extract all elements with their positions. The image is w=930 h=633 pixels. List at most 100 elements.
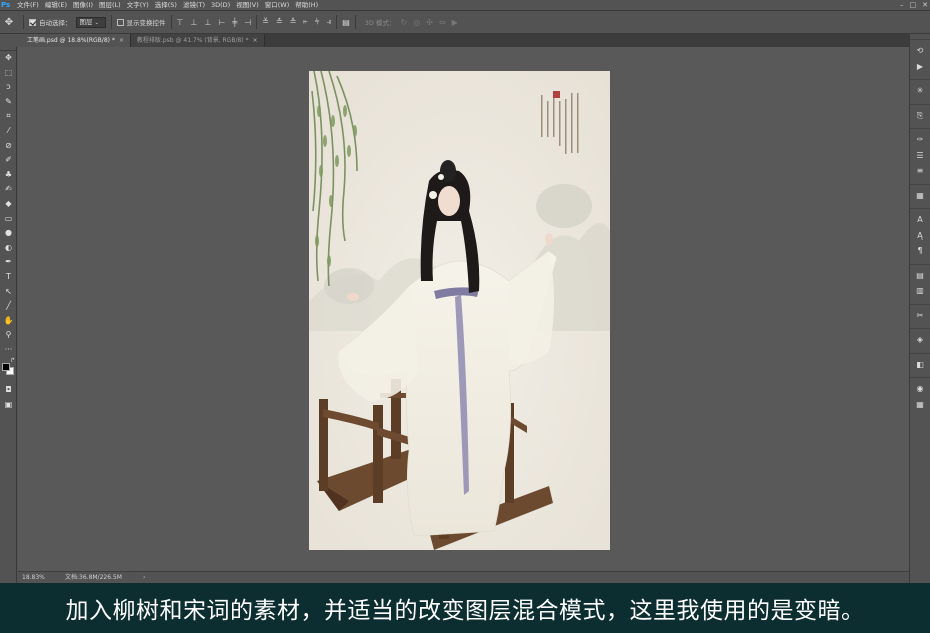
hand-tool-icon[interactable]: ✋ (0, 314, 17, 329)
swap-colors-icon[interactable]: ↱ (10, 357, 15, 364)
minimize-icon[interactable]: – (900, 0, 904, 10)
tools-options-icon[interactable]: ✂ (910, 308, 930, 324)
clone-source-icon[interactable]: ⎘ (910, 108, 930, 124)
3d-panel-icon[interactable]: ◉ (910, 381, 930, 397)
3d-roll-icon[interactable]: ◎ (413, 18, 420, 27)
menu-filter[interactable]: 滤镜(T) (180, 0, 208, 10)
show-transform-checkbox[interactable] (116, 18, 124, 26)
history-panel-icon[interactable]: ⟲ (910, 43, 930, 59)
play-actions-icon[interactable]: ▶ (910, 59, 930, 75)
canvas-area[interactable] (18, 47, 909, 571)
chevron-right-icon[interactable]: › (143, 572, 145, 583)
menu-select[interactable]: 选择(S) (152, 0, 180, 10)
clone-stamp-tool-icon[interactable]: ♣ (0, 168, 17, 183)
3d-mode-buttons: ↻ ◎ ✣ ⇔ ▶ (400, 18, 457, 27)
align-left-icon[interactable]: ⊢ (218, 18, 225, 27)
channels-icon[interactable]: ◈ (910, 332, 930, 348)
lasso-tool-icon[interactable]: ↄ (0, 80, 17, 95)
3d-scale-icon[interactable]: ▶ (452, 18, 458, 27)
quick-mask-icon[interactable]: ◘ (0, 383, 17, 398)
document-canvas[interactable] (309, 71, 610, 550)
menu-3d[interactable]: 3D(D) (208, 0, 233, 10)
notes-icon[interactable]: ▤ (910, 268, 930, 284)
menu-file[interactable]: 文件(F) (14, 0, 42, 10)
align-bottom-icon[interactable]: ⊥ (204, 18, 211, 27)
tab-document-1[interactable]: 工笔画.psd @ 18.8%(RGB/8) * × (21, 34, 131, 47)
distribute-top-icon[interactable]: ≚ (262, 17, 269, 27)
align-right-icon[interactable]: ⊣ (244, 18, 251, 27)
character-styles-icon[interactable]: Ą (910, 228, 930, 244)
distribute-left-icon[interactable]: ⫦ (303, 17, 308, 27)
distribute-bottom-icon[interactable]: ≙ (290, 17, 297, 27)
align-hcenter-icon[interactable]: ╪ (232, 18, 237, 27)
menu-type[interactable]: 文字(Y) (124, 0, 152, 10)
divider (910, 179, 930, 185)
info-panel-icon[interactable]: ▥ (910, 283, 930, 299)
pen-tool-icon[interactable]: ✒ (0, 255, 17, 270)
divider (110, 15, 112, 29)
tab-document-2[interactable]: 教程排版.psb @ 41.7% (背景, RGB/8) * × (130, 34, 265, 47)
dodge-tool-icon[interactable]: ◐ (0, 241, 17, 256)
blur-tool-icon[interactable]: ● (0, 226, 17, 241)
marquee-tool-icon[interactable]: ⬚ (0, 66, 17, 81)
3d-pan-icon[interactable]: ✣ (426, 18, 433, 27)
brush-presets-icon[interactable]: ✑ (910, 132, 930, 148)
menu-window[interactable]: 窗口(W) (262, 0, 293, 10)
panel-dock: ⟲ ▶ ✳ ⎘ ✑ ☰ ≡ ▦ A Ą ¶ ▤ ▥ ✂ ◈ ◧ ◉ ▦ (909, 34, 930, 583)
close-tab-icon[interactable]: × (119, 37, 124, 44)
history-brush-tool-icon[interactable]: ✍ (0, 182, 17, 197)
3d-slide-icon[interactable]: ⇔ (439, 18, 446, 27)
spot-heal-tool-icon[interactable]: ⊘ (0, 139, 17, 154)
gradient-tool-icon[interactable]: ▭ (0, 212, 17, 227)
distribute-right-icon[interactable]: ⫣ (326, 17, 331, 27)
menu-help[interactable]: 帮助(H) (292, 0, 321, 10)
photoshop-window: Ps 文件(F) 编辑(E) 图像(I) 图层(L) 文字(Y) 选择(S) 滤… (0, 0, 930, 633)
eyedropper-tool-icon[interactable]: ⁄ (0, 124, 17, 139)
swatches-icon[interactable]: ▦ (910, 188, 930, 204)
color-swatches: ↱ (0, 357, 16, 383)
menu-view[interactable]: 视图(V) (233, 0, 262, 10)
auto-select-checkbox[interactable] (29, 18, 36, 26)
zoom-tool-icon[interactable]: ⚲ (0, 328, 17, 343)
crop-tool-icon[interactable]: ⌗ (0, 109, 17, 124)
align-top-icon[interactable]: ⊤ (177, 18, 184, 27)
menu-image[interactable]: 图像(I) (70, 0, 96, 10)
eraser-tool-icon[interactable]: ◆ (0, 197, 17, 212)
move-tool-preset-icon[interactable]: ✥ (0, 17, 18, 28)
path-select-tool-icon[interactable]: ↖ (0, 285, 17, 300)
menu-edit[interactable]: 编辑(E) (42, 0, 70, 10)
more-tools-icon[interactable]: ··· (0, 343, 17, 358)
divider (910, 74, 930, 80)
align-vcenter-icon[interactable]: ⊥ (190, 18, 197, 27)
close-icon[interactable]: ✕ (922, 0, 928, 10)
divider (910, 372, 930, 378)
quick-select-tool-icon[interactable]: ✎ (0, 95, 17, 110)
character-panel-icon[interactable]: A (910, 212, 930, 228)
auto-align-icon[interactable]: ▤ (342, 18, 350, 27)
divider (336, 15, 338, 29)
properties-icon[interactable]: ≡ (910, 163, 930, 179)
distribute-buttons: ≚ ≛ ≙ ⫦ ⫩ ⫣ (262, 17, 331, 27)
panel-grip[interactable] (910, 34, 930, 40)
layers-panel-icon[interactable]: ◧ (910, 357, 930, 373)
paragraph-panel-icon[interactable]: ¶ (910, 243, 930, 259)
line-tool-icon[interactable]: ╱ (0, 299, 17, 314)
distribute-vcenter-icon[interactable]: ≛ (276, 17, 283, 27)
3d-rotate-icon[interactable]: ↻ (400, 18, 407, 27)
screen-mode-icon[interactable]: ▣ (0, 398, 17, 413)
menu-layer[interactable]: 图层(L) (96, 0, 124, 10)
maximize-icon[interactable]: □ (910, 0, 917, 10)
show-transform-label: 显示变换控件 (126, 19, 166, 27)
brush-tool-icon[interactable]: ✐ (0, 153, 17, 168)
auto-select-dropdown[interactable]: 图层 ⌄ (75, 16, 106, 28)
foreground-color-swatch[interactable] (2, 363, 10, 372)
adjustments-icon[interactable]: ☰ (910, 148, 930, 164)
distribute-hcenter-icon[interactable]: ⫩ (315, 17, 320, 27)
close-tab-icon[interactable]: × (253, 37, 258, 44)
color-panel-icon[interactable]: ✳ (910, 83, 930, 99)
timeline-grid-icon[interactable]: ▦ (910, 397, 930, 413)
zoom-level[interactable]: 18.83% (22, 572, 45, 583)
move-tool-icon[interactable]: ✥ (0, 51, 17, 66)
type-tool-icon[interactable]: T (0, 270, 17, 285)
divider (354, 15, 356, 29)
